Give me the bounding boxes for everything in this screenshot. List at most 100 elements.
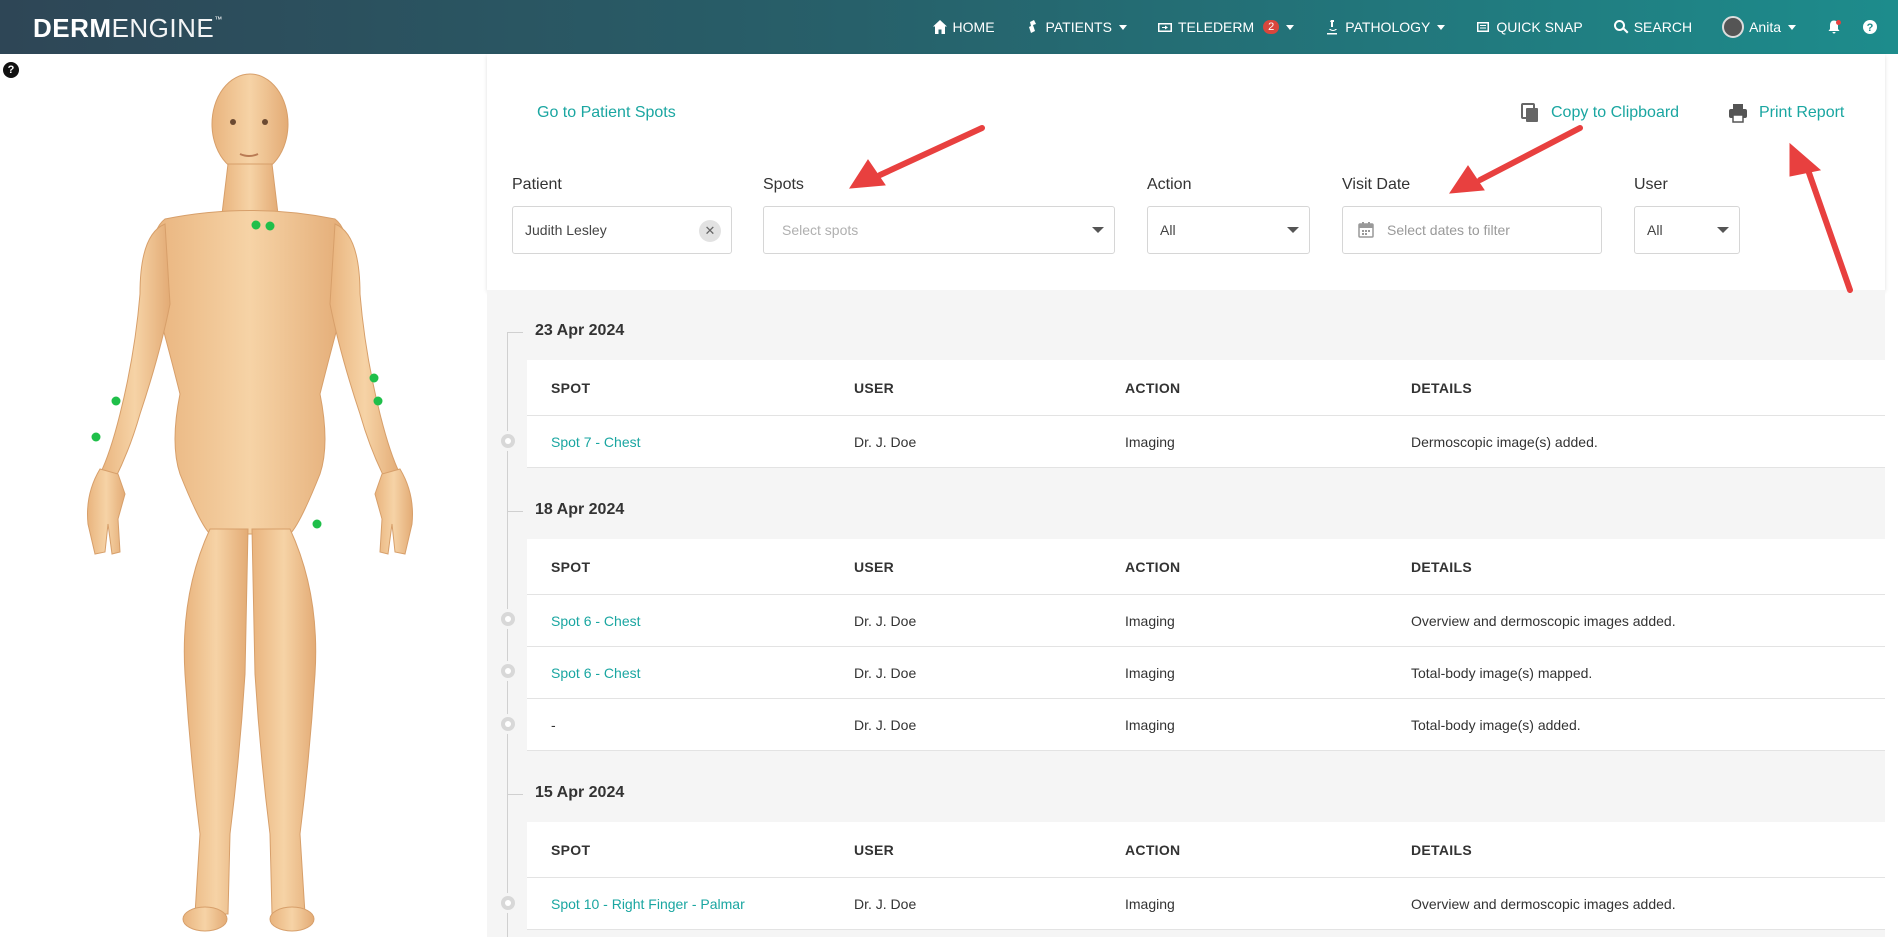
column-header-spot: SPOT xyxy=(551,841,591,858)
details-cell: Total-body image(s) added. xyxy=(1411,716,1581,733)
action-select[interactable]: All xyxy=(1147,206,1310,254)
bell-icon xyxy=(1828,20,1841,34)
action-cell: Imaging xyxy=(1125,664,1175,681)
help-button[interactable]: ? xyxy=(1862,19,1878,35)
nav-telederm[interactable]: TELEDERM 2 xyxy=(1157,19,1295,35)
column-header-details: DETAILS xyxy=(1411,558,1472,575)
table-row: Spot 6 - Chest Dr. J. Doe Imaging Total-… xyxy=(527,647,1885,699)
top-navbar: DERMENGINE™ HOME PATIENTS TELEDERM 2 PAT… xyxy=(0,0,1898,54)
spot-marker-left-forearm-2 xyxy=(373,396,383,406)
user-cell: Dr. J. Doe xyxy=(854,664,917,681)
clear-icon[interactable]: ✕ xyxy=(699,220,721,242)
activity-table: SPOT USER ACTION DETAILS Spot 10 - Right… xyxy=(527,822,1885,930)
visit-date-placeholder: Select dates to filter xyxy=(1387,222,1510,238)
timeline-dot xyxy=(498,893,518,913)
quick-snap-icon xyxy=(1477,22,1490,32)
column-header-spot: SPOT xyxy=(551,558,591,575)
user-select[interactable]: All xyxy=(1634,206,1740,254)
patient-value: Judith Lesley xyxy=(525,222,607,238)
help-circle-icon: ? xyxy=(1863,20,1877,34)
printer-icon[interactable] xyxy=(1727,102,1749,124)
spot-link[interactable]: Spot 7 - Chest xyxy=(551,434,641,450)
spot-link[interactable]: Spot 6 - Chest xyxy=(551,665,641,681)
avatar xyxy=(1722,16,1745,38)
column-header-action: ACTION xyxy=(1125,379,1181,396)
table-row: Spot 6 - Chest Dr. J. Doe Imaging Overvi… xyxy=(527,595,1885,647)
home-icon xyxy=(932,20,947,34)
date-heading: 23 Apr 2024 xyxy=(535,322,625,339)
date-heading: 15 Apr 2024 xyxy=(535,784,625,801)
action-cell: Imaging xyxy=(1125,895,1175,912)
user-label: User xyxy=(1634,176,1668,193)
activity-table: SPOT USER ACTION DETAILS Spot 7 - Chest … xyxy=(527,360,1885,468)
chevron-down-icon xyxy=(1437,24,1446,30)
column-header-spot: SPOT xyxy=(551,379,591,396)
action-value: All xyxy=(1160,222,1176,238)
table-header: SPOT USER ACTION DETAILS xyxy=(527,822,1885,878)
timeline-line xyxy=(507,332,508,937)
spots-select[interactable]: Select spots xyxy=(763,206,1115,254)
go-to-patient-spots-link[interactable]: Go to Patient Spots xyxy=(537,104,676,122)
notification-badge: 2 xyxy=(1263,20,1280,34)
spot-link[interactable]: Spot 10 - Right Finger - Palmar xyxy=(551,896,745,912)
activity-timeline: 23 Apr 2024 SPOT USER ACTION DETAILS Spo… xyxy=(487,290,1885,937)
nav-home-label: HOME xyxy=(952,19,995,35)
activity-table: SPOT USER ACTION DETAILS Spot 6 - Chest … xyxy=(527,539,1885,751)
chevron-down-icon xyxy=(1788,24,1796,30)
nav-search[interactable]: SEARCH xyxy=(1613,19,1692,35)
body-map[interactable] xyxy=(0,54,487,937)
patient-select[interactable]: Judith Lesley ✕ xyxy=(512,206,732,254)
timeline-connector xyxy=(507,511,523,512)
column-header-user: USER xyxy=(854,379,895,396)
chevron-down-icon xyxy=(1118,24,1127,30)
nav-user-menu[interactable]: Anita xyxy=(1722,16,1796,38)
spot-marker-chest-1 xyxy=(251,220,261,230)
timeline-connector xyxy=(507,332,523,333)
table-row: Spot 10 - Right Finger - Palmar Dr. J. D… xyxy=(527,878,1885,930)
telederm-icon xyxy=(1157,23,1172,32)
print-report-link[interactable]: Print Report xyxy=(1759,104,1844,122)
dermengine-logo[interactable]: DERMENGINE™ xyxy=(33,13,223,44)
nav-home[interactable]: HOME xyxy=(932,19,995,35)
chevron-down-icon xyxy=(1287,227,1299,233)
chevron-down-icon xyxy=(1286,24,1295,30)
date-heading: 18 Apr 2024 xyxy=(535,501,625,518)
body-figure xyxy=(87,73,413,932)
patients-icon xyxy=(1028,20,1036,33)
column-header-details: DETAILS xyxy=(1411,379,1472,396)
nav-patients-label: PATIENTS xyxy=(1045,19,1112,35)
copy-to-clipboard-link[interactable]: Copy to Clipboard xyxy=(1551,104,1679,122)
spot-link[interactable]: Spot 6 - Chest xyxy=(551,613,641,629)
visit-date-picker[interactable]: Select dates to filter xyxy=(1342,206,1602,254)
column-header-user: USER xyxy=(854,558,895,575)
calendar-icon xyxy=(1358,222,1374,238)
details-cell: Overview and dermoscopic images added. xyxy=(1411,895,1676,912)
column-header-action: ACTION xyxy=(1125,841,1181,858)
action-cell: Imaging xyxy=(1125,433,1175,450)
nav-pathology[interactable]: PATHOLOGY xyxy=(1324,19,1446,35)
visit-date-label: Visit Date xyxy=(1342,176,1411,193)
table-header: SPOT USER ACTION DETAILS xyxy=(527,539,1885,595)
spot-marker-left-forearm-1 xyxy=(369,373,379,383)
microscope-icon xyxy=(1327,20,1338,35)
nav-telederm-label: TELEDERM xyxy=(1177,19,1255,35)
user-cell: Dr. J. Doe xyxy=(854,716,917,733)
user-cell: Dr. J. Doe xyxy=(854,895,917,912)
table-header: SPOT USER ACTION DETAILS xyxy=(527,360,1885,416)
nav-quick-snap[interactable]: QUICK SNAP xyxy=(1475,19,1583,35)
spot-marker-chest-2 xyxy=(265,221,275,231)
notifications-button[interactable] xyxy=(1826,19,1842,35)
nav-patients[interactable]: PATIENTS xyxy=(1025,19,1127,35)
spots-placeholder: Select spots xyxy=(782,222,859,238)
details-cell: Total-body image(s) mapped. xyxy=(1411,664,1593,681)
timeline-dot xyxy=(498,609,518,629)
action-cell: Imaging xyxy=(1125,612,1175,629)
filter-panel: Go to Patient Spots Copy to Clipboard Pr… xyxy=(487,54,1885,290)
nav-items: HOME PATIENTS TELEDERM 2 PATHOLOGY QUICK… xyxy=(932,0,1898,54)
user-name: Anita xyxy=(1749,19,1781,35)
copy-icon[interactable] xyxy=(1519,102,1541,124)
action-label: Action xyxy=(1147,176,1192,193)
timeline-dot xyxy=(498,431,518,451)
details-cell: Overview and dermoscopic images added. xyxy=(1411,612,1676,629)
nav-quick-snap-label: QUICK SNAP xyxy=(1496,19,1583,35)
